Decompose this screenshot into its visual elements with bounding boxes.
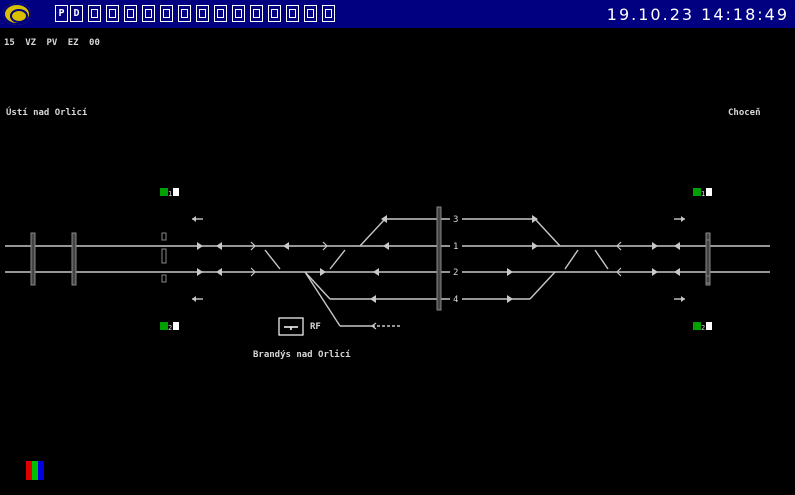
signal-left-bottom[interactable]: 2 [160,322,179,332]
svg-text:2: 2 [701,324,705,332]
signal-right-top[interactable]: 1 [693,188,712,198]
rf-box[interactable] [278,317,304,336]
track-number-4: 4 [453,295,458,305]
svg-text:2: 2 [168,324,172,332]
track-number-2: 2 [453,268,458,278]
track-number-3: 3 [453,215,458,225]
svg-text:1: 1 [168,190,172,198]
rf-label: RF [310,322,321,332]
svg-text:1: 1 [701,190,705,198]
signal-left-top[interactable]: 1 [160,188,179,198]
color-indicator [26,461,44,480]
track-diagram: 3 1 2 4 1 2 1 2 [5,188,770,336]
signal-right-bottom[interactable]: 2 [693,322,712,332]
track-number-1: 1 [453,242,458,252]
